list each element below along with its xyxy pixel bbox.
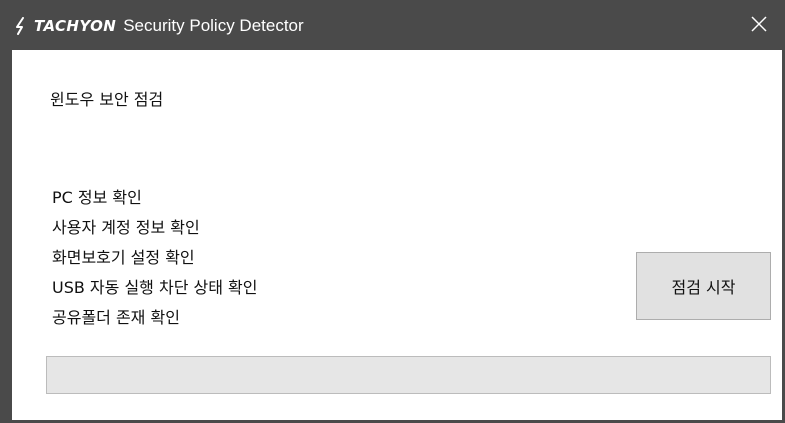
check-item-screensaver: 화면보호기 설정 확인 [52, 248, 195, 267]
check-item-shared-folder: 공유폴더 존재 확인 [52, 308, 180, 327]
brand-logo-text: TACHYON [34, 17, 117, 35]
tachyon-logo-icon [16, 17, 24, 35]
check-item-usb-autorun: USB 자동 실행 차단 상태 확인 [52, 278, 258, 297]
window-border-left [0, 50, 12, 423]
check-item-list: PC 정보 확인 사용자 계정 정보 확인 화면보호기 설정 확인 USB 자동… [52, 188, 257, 338]
check-item-user-account: 사용자 계정 정보 확인 [52, 218, 200, 237]
section-title: 윈도우 보안 점검 [50, 90, 164, 109]
close-button[interactable] [745, 10, 773, 38]
close-icon [751, 16, 767, 32]
app-window: TACHYON Security Policy Detector 윈도우 보안 … [0, 0, 785, 423]
app-title: Security Policy Detector [123, 16, 304, 35]
title-bar[interactable]: TACHYON Security Policy Detector [0, 0, 785, 50]
progress-bar [46, 356, 771, 394]
start-check-button[interactable]: 점검 시작 [636, 252, 771, 320]
window-title: TACHYON Security Policy Detector [14, 15, 304, 37]
check-item-pc-info: PC 정보 확인 [52, 188, 142, 207]
